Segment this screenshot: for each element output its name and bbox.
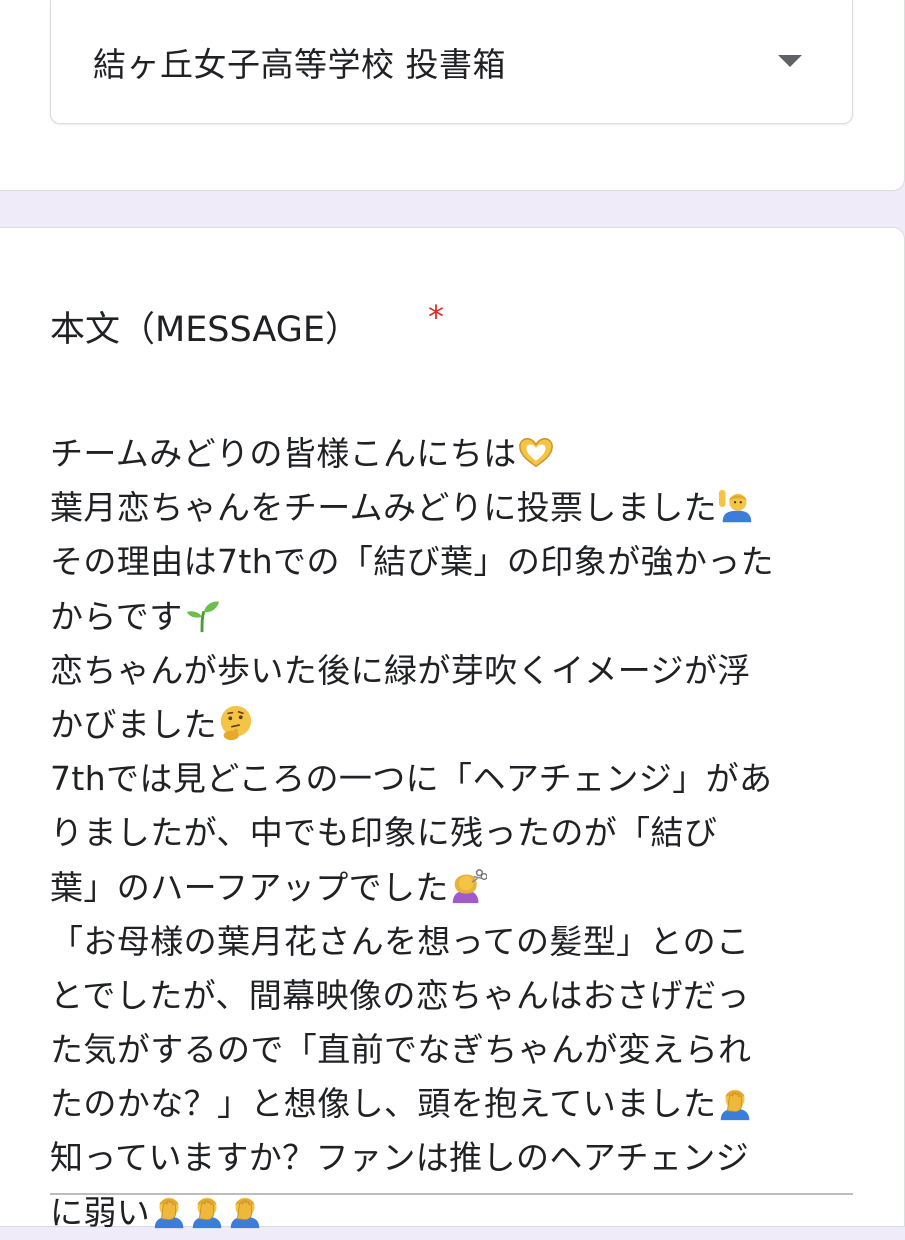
dropdown-selected-value: 結ヶ丘女子高等学校 投書箱 <box>93 45 506 84</box>
answer-line-text: 葉月恋ちゃんをチームみどりに投票しました <box>50 488 718 528</box>
section-dropdown[interactable]: 結ヶ丘女子高等学校 投書箱 <box>50 0 853 124</box>
answer-line: かびました <box>50 698 850 752</box>
answer-line-text: その理由は7thでの「結び葉」の印象が強かった <box>50 542 775 582</box>
answer-line: 恋ちゃんが歩いた後に緑が芽吹くイメージが浮 <box>50 644 850 698</box>
answer-line: とでしたが、間幕映像の恋ちゃんはおさげだっ <box>50 969 850 1023</box>
answer-line-text: 恋ちゃんが歩いた後に緑が芽吹くイメージが浮 <box>50 650 751 690</box>
answer-line-text: 知っていますか？ファンは推しのヘアチェンジ <box>50 1138 750 1178</box>
answer-line-text: チームみどりの皆様こんにちは <box>50 434 517 473</box>
answer-line-text: 「お母様の葉月花さんを想っての髪型」とのこ <box>50 921 750 961</box>
answer-line-text: とでしたが、間幕映像の恋ちゃんはおさげだっ <box>50 975 750 1015</box>
question-title: 本文（MESSAGE） <box>50 310 360 350</box>
answer-line: チームみどりの皆様こんにちは <box>50 427 850 481</box>
answer-line-text: からです <box>50 596 183 636</box>
facepalm-icon <box>226 1192 264 1230</box>
dropdown-arrow-icon[interactable] <box>778 55 802 67</box>
answer-line-text: かびました <box>50 704 217 744</box>
required-asterisk: * <box>428 298 444 336</box>
answer-line-text: た気がするので「直前でなぎちゃんが変えられ <box>50 1030 752 1070</box>
facepalm-icon <box>188 1192 226 1230</box>
seedling-icon <box>183 596 221 634</box>
answer-line: 葉月恋ちゃんをチームみどりに投票しました <box>50 481 850 535</box>
person-raising-hand-icon <box>717 488 755 526</box>
answer-line-text: 7thでは見どころの一つに「ヘアチェンジ」があ <box>50 759 773 799</box>
answer-line: たのかな？」と想像し、頭を抱えていました <box>50 1077 850 1131</box>
answer-line-text: に弱い <box>50 1192 151 1232</box>
answer-line-text: たのかな？」と想像し、頭を抱えていました <box>50 1084 717 1124</box>
answer-line-text: 葉」のハーフアップでした <box>50 867 449 907</box>
answer-line: 知っていますか？ファンは推しのヘアチェンジ <box>50 1131 850 1185</box>
answer-line: 7thでは見どころの一つに「ヘアチェンジ」があ <box>50 752 850 806</box>
answer-underline <box>50 1193 853 1195</box>
answer-line-text: りましたが、中でも印象に残ったのが「結び <box>50 813 718 853</box>
haircut-icon <box>449 867 487 905</box>
answer-line: りましたが、中でも印象に残ったのが「結び <box>50 806 850 860</box>
facepalm-icon <box>150 1192 188 1230</box>
answer-line: からです <box>50 590 850 644</box>
answer-line: 「お母様の葉月花さんを想っての髪型」とのこ <box>50 915 850 969</box>
answer-textarea[interactable]: チームみどりの皆様こんにちは葉月恋ちゃんをチームみどりに投票しましたその理由は7… <box>50 427 850 1240</box>
facepalm-icon <box>716 1084 754 1122</box>
thinking-face-icon <box>217 704 255 742</box>
answer-line: その理由は7thでの「結び葉」の印象が強かった <box>50 535 850 589</box>
heart-hands-icon <box>517 434 555 472</box>
answer-line: 葉」のハーフアップでした <box>50 861 850 915</box>
answer-line: た気がするので「直前でなぎちゃんが変えられ <box>50 1023 850 1077</box>
